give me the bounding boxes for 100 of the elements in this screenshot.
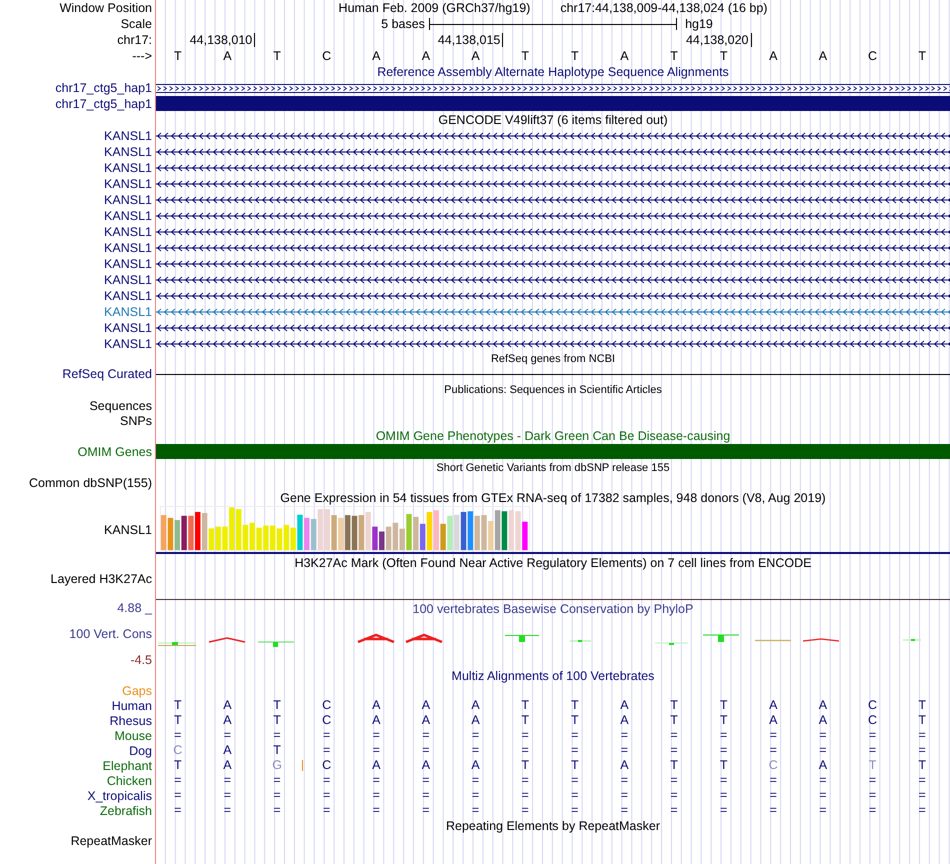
aligned-base: = (470, 803, 480, 818)
aligned-base: = (818, 743, 828, 758)
gene-strand-drawing[interactable] (156, 276, 950, 284)
aligned-base: = (272, 788, 282, 803)
aligned-base: = (470, 788, 480, 803)
coordinate-tick: 44,138,020 (686, 33, 752, 47)
assembly-title: Human Feb. 2009 (GRCh37/hg19) (338, 1, 530, 15)
aligned-base: = (620, 728, 630, 743)
track-label[interactable]: 100 Vert. Cons (69, 626, 152, 642)
track-label[interactable]: SNPs (0, 413, 156, 428)
aligned-base: = (421, 743, 431, 758)
aligned-base: T (272, 743, 282, 758)
track-title: Reference Assembly Alternate Haplotype Sequence Alignments (377, 65, 729, 79)
aligned-base: = (669, 803, 679, 818)
track-title: H3K27Ac Mark (Often Found Near Active Regulatory Elements) on 7 cell lines from ENCODE (294, 556, 812, 570)
track-label: Scale (0, 16, 156, 32)
aligned-base: = (322, 803, 332, 818)
aligned-base: = (421, 773, 431, 788)
track-title: OMIM Gene Phenotypes - Dark Green Can Be Disease-causing (376, 429, 730, 443)
expression-bars-drawing[interactable] (160, 506, 530, 552)
gene-strand-drawing[interactable] (156, 324, 950, 332)
aligned-base: = (570, 788, 580, 803)
sequence-base: A (619, 49, 630, 63)
track-label[interactable]: KANSL1 (104, 523, 152, 537)
gene-strand-drawing[interactable] (156, 132, 950, 140)
sequence-base: A (470, 49, 481, 63)
aligned-base: = (322, 788, 332, 803)
aligned-base: = (570, 728, 580, 743)
gene-strand-drawing[interactable] (156, 164, 950, 172)
sequence-base: C (321, 49, 332, 63)
aligned-base: T (172, 758, 183, 773)
aligned-base: = (470, 743, 480, 758)
aligned-base: = (669, 728, 679, 743)
track-label[interactable]: RepeatMasker (0, 834, 156, 864)
aligned-base: T (868, 758, 878, 773)
aligned-base: = (768, 773, 778, 788)
aligned-base: = (868, 788, 878, 803)
aligned-base: A (420, 758, 432, 773)
track-label[interactable]: Layered H3K27Ac (0, 572, 156, 600)
track-label[interactable]: RefSeq Curated (0, 366, 156, 382)
aligned-base: = (222, 773, 232, 788)
sequence-base: A (371, 49, 382, 63)
position-range: chr17:44,138,009-44,138,024 (16 bp) (560, 1, 768, 15)
sequence-base: A (818, 49, 828, 63)
gene-strand-drawing[interactable] (156, 228, 950, 236)
aligned-base: C (321, 698, 332, 713)
aligned-base: A (818, 758, 828, 773)
aligned-base: T (520, 698, 530, 713)
aligned-base: = (768, 728, 778, 743)
aligned-base: A (768, 698, 778, 713)
aligned-base: T (272, 713, 282, 728)
aligned-base: T (718, 698, 728, 713)
aligned-base: A (420, 713, 432, 728)
track-label[interactable]: Common dbSNP(155) (0, 476, 156, 490)
sequence-base: A (420, 49, 432, 63)
aligned-base: = (222, 803, 232, 818)
aligned-base: = (173, 803, 182, 818)
gene-strand-drawing[interactable] (156, 292, 950, 300)
aligned-base: = (520, 743, 530, 758)
gene-strand-drawing[interactable] (156, 244, 950, 252)
aligned-base: A (222, 758, 233, 773)
track-label[interactable]: Sequences (0, 398, 156, 413)
aligned-base: = (918, 773, 927, 788)
gene-strand-drawing[interactable] (156, 180, 950, 188)
aligned-base: C (867, 698, 878, 713)
aligned-base: C (768, 758, 779, 773)
sequence-base: T (669, 49, 679, 63)
sequence-base: A (768, 49, 778, 63)
aligned-base: T (669, 758, 679, 773)
aligned-base: C (867, 713, 878, 728)
aligned-base: = (372, 803, 381, 818)
aligned-base: T (669, 698, 679, 713)
gene-strand-drawing[interactable] (156, 340, 950, 348)
aligned-base: = (818, 773, 828, 788)
aligned-base: T (272, 698, 282, 713)
gene-strand-drawing[interactable] (156, 196, 950, 204)
aligned-base: A (470, 698, 481, 713)
aligned-base: T (570, 713, 580, 728)
aligned-base: A (222, 713, 233, 728)
aligned-base: = (421, 728, 431, 743)
aligned-base: = (719, 788, 728, 803)
aligned-base: = (520, 788, 530, 803)
sequence-base: T (520, 49, 530, 63)
gene-strand-drawing[interactable] (156, 260, 950, 268)
gene-strand-drawing[interactable] (156, 148, 950, 156)
gene-strand-drawing[interactable] (156, 212, 950, 220)
coordinate-tick: 44,138,010 (190, 33, 256, 47)
aligned-base: = (372, 788, 381, 803)
aligned-base: = (520, 728, 530, 743)
sequence-base: T (172, 49, 183, 63)
track-title: RefSeq genes from NCBI (490, 353, 616, 365)
aligned-base: T (520, 758, 530, 773)
aligned-base: = (620, 788, 630, 803)
sequence-base: T (272, 49, 282, 63)
sequence-base: A (222, 49, 233, 63)
aligned-base: = (918, 788, 927, 803)
aligned-base: = (669, 743, 679, 758)
aligned-base: = (768, 803, 778, 818)
aligned-base: = (322, 773, 332, 788)
species-label: Mouse (0, 728, 156, 743)
